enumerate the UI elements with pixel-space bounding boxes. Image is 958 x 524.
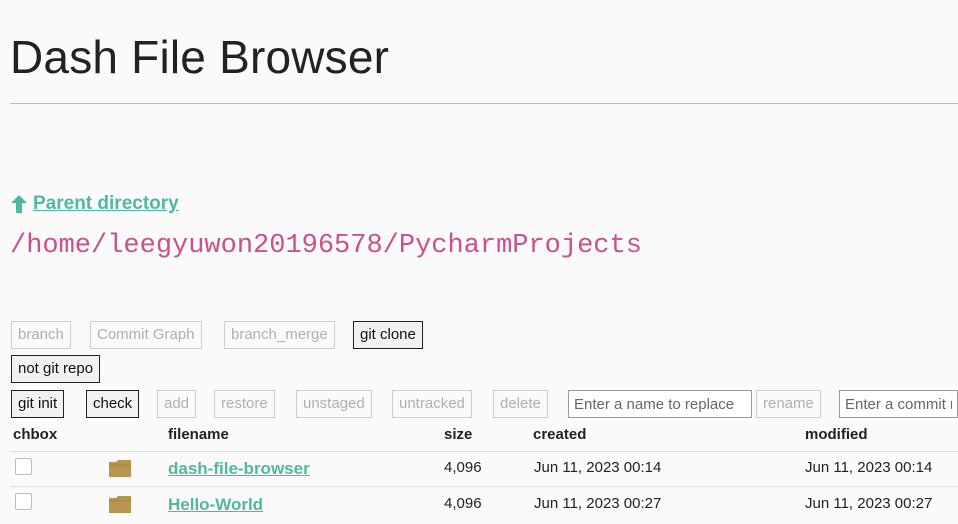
file-size: 4,096 <box>444 459 482 476</box>
file-created: Jun 11, 2023 00:27 <box>534 495 662 512</box>
page-title: Dash File Browser <box>10 31 390 83</box>
check-button[interactable]: check <box>86 390 140 418</box>
file-created: Jun 11, 2023 00:14 <box>534 459 662 476</box>
commit-graph-button[interactable]: Commit Graph <box>90 321 202 349</box>
folder-icon <box>109 496 131 518</box>
branch-button[interactable]: branch <box>11 321 71 349</box>
file-size: 4,096 <box>444 495 482 512</box>
column-header-chbox: chbox <box>13 426 58 443</box>
rename-button[interactable]: rename <box>756 390 821 418</box>
restore-button[interactable]: restore <box>214 390 275 418</box>
column-header-size: size <box>444 426 473 443</box>
commit-message-input[interactable] <box>839 390 958 418</box>
add-button[interactable]: add <box>157 390 197 418</box>
git-status-badge: not git repo <box>11 355 101 383</box>
column-header-filename: filename <box>168 426 229 443</box>
branch-merge-button[interactable]: branch_merge <box>224 321 335 349</box>
row-checkbox[interactable] <box>15 458 32 475</box>
arrow-up-icon <box>11 195 27 213</box>
row-checkbox[interactable] <box>15 493 32 510</box>
row-divider <box>10 486 958 487</box>
file-link[interactable]: Hello-World <box>168 495 263 515</box>
git-clone-button[interactable]: git clone <box>353 321 423 349</box>
file-link[interactable]: dash-file-browser <box>168 459 310 479</box>
file-modified: Jun 11, 2023 00:14 <box>805 459 933 476</box>
column-header-modified: modified <box>805 426 868 443</box>
header-divider <box>10 451 958 452</box>
folder-icon <box>109 460 131 482</box>
rename-input[interactable] <box>568 390 752 418</box>
title-divider <box>10 103 958 104</box>
current-path: /home/leegyuwon20196578/PycharmProjects <box>10 231 642 261</box>
unstaged-button[interactable]: unstaged <box>296 390 372 418</box>
file-modified: Jun 11, 2023 00:27 <box>805 495 933 512</box>
delete-button[interactable]: delete <box>493 390 548 418</box>
parent-directory-link[interactable]: Parent directory <box>11 193 179 215</box>
git-init-button[interactable]: git init <box>11 390 65 418</box>
parent-directory-label: Parent directory <box>33 193 179 214</box>
column-header-created: created <box>533 426 587 443</box>
untracked-button[interactable]: untracked <box>392 390 472 418</box>
